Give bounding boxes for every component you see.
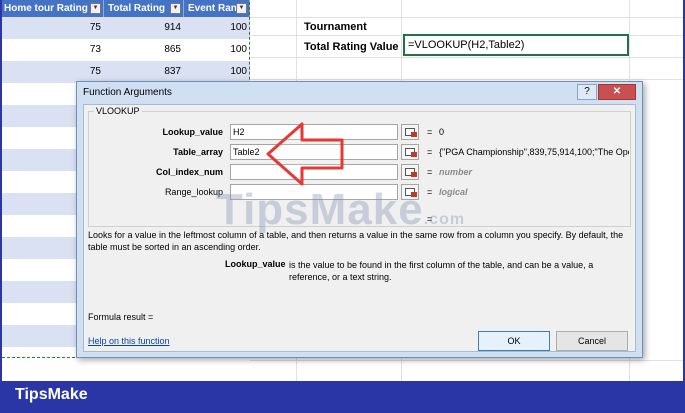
header-home-tour-rating[interactable]: Home tour Rating ▼ [0,0,104,17]
watermark-text: TipsMake [216,185,424,234]
header-total-rating[interactable]: Total Rating ▼ [104,0,184,17]
watermark: TipsMake.com [216,185,465,235]
brand-logo-text: TipsMake [15,386,88,403]
help-button[interactable]: ? [577,84,597,100]
argument-description-label: Lookup_value [225,259,286,269]
header-label: Event Ran [188,3,237,14]
arg-label-col-index-num: Col_index_num [155,167,223,177]
formula-result: Formula result = [88,312,154,322]
function-name: VLOOKUP [94,106,142,116]
header-event-rank[interactable]: Event Ran ▼ [184,0,250,17]
frame-border [0,0,2,381]
argument-description-text: is the value to be found in the first co… [289,260,594,282]
table-cell[interactable]: 75 [0,61,104,83]
arg-result-col-index-num: number [439,167,473,177]
table-cell[interactable]: 75 [0,17,104,39]
arg-label-range-lookup: Range_lookup [164,187,223,197]
collapse-dialog-button[interactable] [401,124,419,140]
equals-sign: = [427,167,433,177]
table-row: 75 837 100 [0,61,250,83]
filter-dropdown-icon[interactable]: ▼ [90,3,101,14]
table-row: 75 914 100 [0,17,250,39]
filter-dropdown-icon[interactable]: ▼ [236,3,247,14]
total-rating-label[interactable]: Total Rating Value [304,41,399,53]
cancel-button[interactable]: Cancel [556,331,628,351]
arg-label-table-array: Table_array [173,147,223,157]
table-cell[interactable]: 865 [104,39,184,61]
range-select-icon [411,132,417,137]
table-cell[interactable]: 100 [184,61,250,83]
dialog-titlebar[interactable]: Function Arguments ? ✕ [77,82,642,104]
filter-dropdown-icon[interactable]: ▼ [170,3,181,14]
collapse-dialog-button[interactable] [401,144,419,160]
header-label: Home tour Rating [4,3,88,14]
tournament-label[interactable]: Tournament [304,21,367,33]
arrow-shape [266,122,344,186]
ok-button[interactable]: OK [478,331,550,351]
table-cell[interactable]: 73 [0,39,104,61]
arg-result-table-array: {"PGA Championship",839,75,914,100;"The … [439,147,629,157]
arg-result-range-lookup: logical [439,187,468,197]
table-cell[interactable]: 837 [104,61,184,83]
grid-line [250,79,685,80]
equals-sign: = [427,147,433,157]
range-select-icon [411,172,417,177]
header-label: Total Rating [108,3,166,14]
dialog-title: Function Arguments [83,87,172,98]
watermark-suffix: .com [423,211,466,228]
table-cell[interactable]: 914 [104,17,184,39]
table-row: 73 865 100 [0,39,250,61]
close-button[interactable]: ✕ [598,84,636,100]
table-cell[interactable]: 100 [184,17,250,39]
help-on-function-link[interactable]: Help on this function [88,336,170,346]
equals-sign: = [427,127,433,137]
formula-cell[interactable]: =VLOOKUP(H2,Table2) [403,34,629,56]
arg-label-lookup-value: Lookup_value [162,127,223,137]
table-cell[interactable]: 100 [184,39,250,61]
red-arrow-annotation [266,122,344,186]
grid-line [250,57,685,58]
collapse-dialog-button[interactable] [401,164,419,180]
range-select-icon [411,152,417,157]
arg-result-lookup-value: 0 [439,127,445,137]
grid-line [250,360,685,361]
grid-line [250,17,685,18]
